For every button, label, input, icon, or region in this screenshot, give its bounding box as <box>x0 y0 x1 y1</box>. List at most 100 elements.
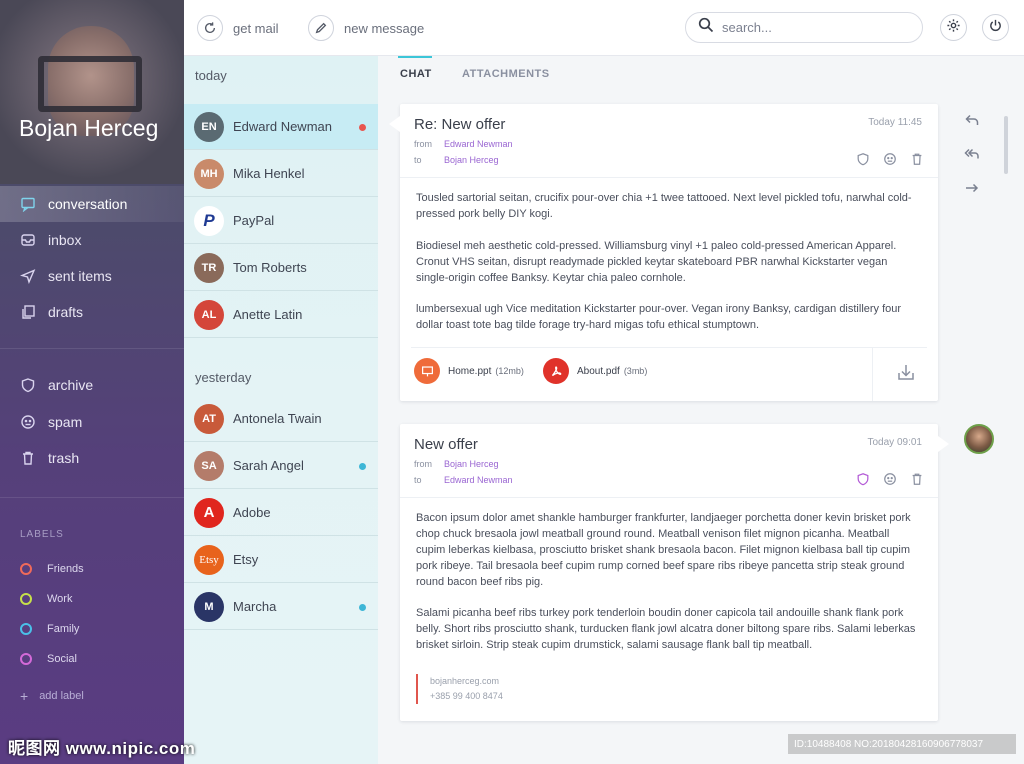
nav-drafts[interactable]: drafts <box>0 294 184 330</box>
top-bar: get mail new message <box>184 0 1024 56</box>
label-work[interactable]: Work <box>20 590 72 608</box>
add-label-text: add label <box>39 690 84 702</box>
nav-label: conversation <box>48 196 128 212</box>
avatar: MH <box>194 158 224 189</box>
archive-button[interactable] <box>856 472 870 486</box>
message-actions <box>856 152 924 166</box>
spam-button[interactable] <box>883 152 897 166</box>
contact-name: Anette Latin <box>233 307 303 322</box>
contact-name: Etsy <box>233 552 259 567</box>
sender-link[interactable]: Bojan Herceg <box>444 459 499 469</box>
new-message-button[interactable]: new message <box>308 14 424 42</box>
forward-icon <box>964 180 980 201</box>
contact-edward-newman[interactable]: EN Edward Newman <box>184 104 378 150</box>
avatar: EN <box>194 111 224 142</box>
attachment-size: (3mb) <box>623 366 648 376</box>
shield-icon <box>20 377 36 393</box>
get-mail-label: get mail <box>233 20 279 36</box>
contact-anette-latin[interactable]: AL Anette Latin <box>184 292 378 338</box>
power-icon <box>988 18 1003 38</box>
contact-marcha[interactable]: M Marcha <box>184 584 378 630</box>
nav-label: archive <box>48 377 94 393</box>
message-to: to Bojan Herceg <box>414 155 499 165</box>
nav-trash[interactable]: trash <box>0 440 184 476</box>
pencil-icon <box>308 15 334 41</box>
contact-adobe[interactable]: A Adobe <box>184 490 378 536</box>
label-text: Work <box>47 593 73 605</box>
contact-etsy[interactable]: Etsy Etsy <box>184 537 378 583</box>
nav-label: sent items <box>48 268 112 284</box>
photo-frame <box>38 56 142 112</box>
add-label-button[interactable]: + add label <box>20 688 84 704</box>
contact-name: Antonela Twain <box>233 411 322 426</box>
search-input[interactable] <box>722 20 902 35</box>
label-friends[interactable]: Friends <box>20 560 84 578</box>
tab-chat[interactable]: CHAT <box>398 56 432 84</box>
nav-inbox[interactable]: inbox <box>0 222 184 258</box>
reply-all-button[interactable] <box>960 146 984 166</box>
reply-all-icon <box>964 146 980 167</box>
message-paragraph: Salami picanha beef ribs turkey pork ten… <box>416 607 916 651</box>
signature-site[interactable]: bojanherceg.com <box>430 674 503 689</box>
pdf-file-icon <box>543 358 569 384</box>
nav-label: trash <box>48 450 80 466</box>
new-message-label: new message <box>344 20 425 36</box>
logout-button[interactable] <box>982 14 1009 41</box>
adobe-logo: A <box>194 497 224 528</box>
reply-button[interactable] <box>960 112 984 132</box>
attachment-name: Home.ppt <box>448 365 492 377</box>
contact-sarah-angel[interactable]: SA Sarah Angel <box>184 443 378 489</box>
trash-icon <box>20 450 36 466</box>
nav-conversation[interactable]: conversation <box>0 186 184 222</box>
delete-button[interactable] <box>910 152 924 166</box>
message-subject: New offer <box>414 436 478 453</box>
contact-tom-roberts[interactable]: TR Tom Roberts <box>184 245 378 291</box>
gear-icon <box>946 18 961 38</box>
spam-button[interactable] <box>883 472 897 486</box>
message-from: from Bojan Herceg <box>414 459 499 469</box>
presentation-file-icon <box>414 358 440 384</box>
group-title-today: today <box>195 68 227 83</box>
nav-label: drafts <box>48 304 84 320</box>
card-pointer <box>389 116 400 132</box>
from-label: from <box>414 139 432 149</box>
sender-link[interactable]: Edward Newman <box>444 139 513 149</box>
label-family[interactable]: Family <box>20 620 79 638</box>
card-pointer <box>938 436 949 452</box>
contact-antonela-twain[interactable]: AT Antonela Twain <box>184 396 378 442</box>
nav-archive[interactable]: archive <box>0 367 184 403</box>
archive-button[interactable] <box>856 152 870 166</box>
label-ring-icon <box>20 653 32 665</box>
delete-button[interactable] <box>910 472 924 486</box>
card-separator <box>400 177 938 178</box>
nav-sent-items[interactable]: sent items <box>0 258 184 294</box>
download-button[interactable] <box>872 347 938 401</box>
attachment-about-pdf[interactable]: About.pdf (3mb) <box>543 358 647 384</box>
message-card: Re: New offer Today 11:45 from Edward Ne… <box>389 104 938 401</box>
contact-mika-henkel[interactable]: MH Mika Henkel <box>184 151 378 197</box>
get-mail-button[interactable]: get mail <box>197 14 279 42</box>
refresh-icon <box>197 15 223 41</box>
avatar: TR <box>194 252 224 283</box>
contact-paypal[interactable]: P PayPal <box>184 198 378 244</box>
scrollbar-thumb[interactable] <box>1004 116 1008 174</box>
contact-name: PayPal <box>233 213 275 228</box>
nav-spam[interactable]: spam <box>0 404 184 440</box>
forward-button[interactable] <box>960 180 984 200</box>
recipient-link[interactable]: Bojan Herceg <box>444 155 499 165</box>
label-social[interactable]: Social <box>20 650 77 668</box>
unread-dot <box>359 604 366 611</box>
tab-attachments[interactable]: ATTACHMENTS <box>462 68 550 84</box>
contact-name: Edward Newman <box>233 119 332 134</box>
settings-button[interactable] <box>940 14 967 41</box>
message-paragraph: Tousled sartorial seitan, crucifix pour-… <box>416 192 912 220</box>
label-text: Friends <box>47 563 84 575</box>
download-icon <box>896 362 916 387</box>
search-box <box>685 12 923 43</box>
recipient-link[interactable]: Edward Newman <box>444 475 513 485</box>
sender-avatar <box>964 424 994 454</box>
chat-icon <box>20 196 36 212</box>
watermark-id: ID:10488408 NO:20180428160906778037 <box>788 734 1016 754</box>
unread-dot <box>359 463 366 470</box>
attachment-home-ppt[interactable]: Home.ppt (12mb) <box>414 358 524 384</box>
